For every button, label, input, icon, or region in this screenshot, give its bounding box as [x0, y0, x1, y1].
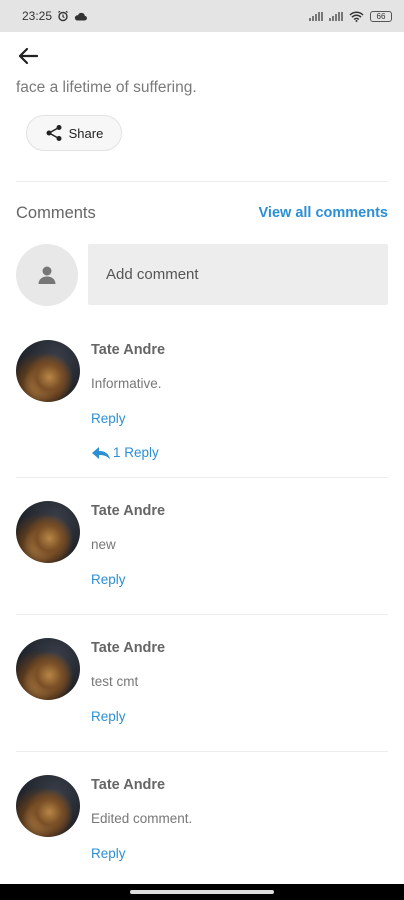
status-right: 66: [309, 10, 392, 22]
status-time: 23:25: [22, 9, 53, 23]
divider: [16, 614, 388, 615]
reply-button[interactable]: Reply: [91, 846, 126, 861]
comment-author: Tate Andre: [91, 777, 166, 793]
home-gesture-handle[interactable]: [130, 890, 274, 894]
comment-item: Tate Andre test cmt Reply: [16, 638, 388, 738]
comment-text: new: [91, 537, 116, 552]
reply-button[interactable]: Reply: [91, 572, 126, 587]
comment-text: test cmt: [91, 674, 139, 689]
comment-author: Tate Andre: [91, 640, 166, 656]
battery-icon: 66: [370, 10, 392, 22]
divider: [16, 181, 388, 182]
commenter-avatar: [16, 638, 80, 700]
comment-text: Informative.: [91, 376, 162, 391]
wifi-icon: [349, 10, 364, 22]
person-icon: [38, 266, 56, 284]
cloud-icon: [74, 12, 87, 21]
signal-icon: [309, 11, 323, 21]
share-icon: [46, 125, 62, 141]
comment-text: Edited comment.: [91, 811, 193, 826]
comment-author: Tate Andre: [91, 503, 166, 519]
back-arrow-icon[interactable]: [16, 44, 40, 68]
signal-icon-2: [329, 11, 343, 21]
article-snippet: face a lifetime of suffering.: [16, 79, 197, 96]
comments-title: Comments: [16, 204, 96, 222]
reply-button[interactable]: Reply: [91, 709, 126, 724]
add-comment-input[interactable]: [88, 244, 388, 305]
user-avatar: [16, 244, 78, 306]
comment-item: Tate Andre new Reply: [16, 501, 388, 601]
divider: [16, 751, 388, 752]
commenter-avatar: [16, 501, 80, 563]
system-nav-bar: [0, 884, 404, 900]
share-label: Share: [68, 125, 104, 141]
comment-item: Tate Andre Informative. Reply 1 Reply: [16, 340, 388, 470]
replies-count: 1 Reply: [113, 445, 159, 460]
status-bar: 23:25 66: [0, 0, 404, 32]
view-all-comments-link[interactable]: View all comments: [259, 205, 388, 221]
commenter-avatar: [16, 775, 80, 837]
reply-button[interactable]: Reply: [91, 411, 126, 426]
reply-arrow-icon: [92, 446, 110, 459]
view-replies-link[interactable]: 1 Reply: [91, 445, 159, 460]
comment-author: Tate Andre: [91, 342, 166, 358]
status-left: 23:25: [22, 9, 87, 23]
share-button[interactable]: Share: [26, 115, 122, 151]
commenter-avatar: [16, 340, 80, 402]
comment-item: Tate Andre Edited comment. Reply: [16, 775, 388, 875]
alarm-icon: [58, 10, 68, 22]
divider: [16, 477, 388, 478]
